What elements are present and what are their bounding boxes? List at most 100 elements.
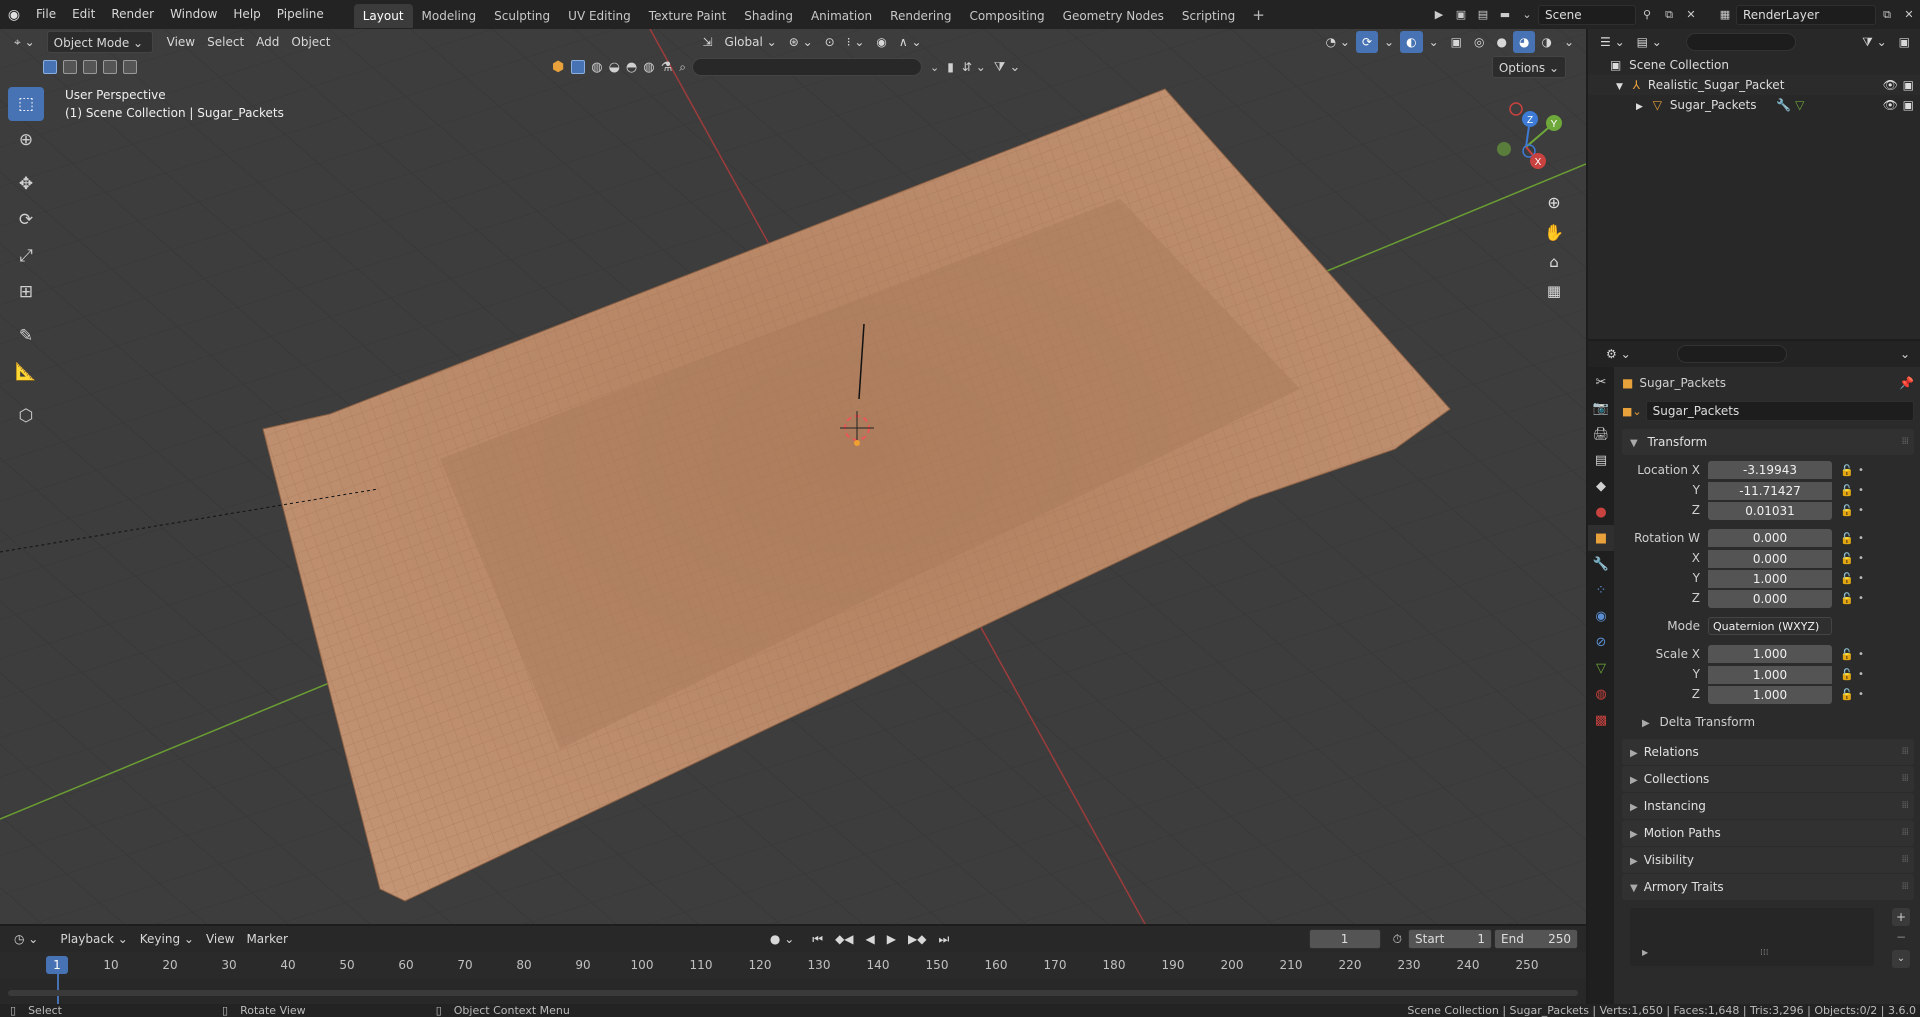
3d-viewport[interactable]: ⌖ ⌄ Object Mode ⌄ View Select Add Object… — [0, 29, 1586, 924]
menu-select[interactable]: Select — [201, 31, 250, 53]
tab-scripting[interactable]: Scripting — [1173, 4, 1244, 28]
scale-y-field[interactable]: 1.000 — [1708, 665, 1832, 684]
timeline-ruler[interactable]: 1 10 20 30 40 50 60 70 80 90 100 110 120… — [0, 952, 1586, 1004]
overlay-toggle-icon[interactable]: ◐ — [1400, 31, 1423, 53]
render-view-icon[interactable]: ▤ — [1474, 6, 1492, 24]
filter-icon[interactable]: ⧩ ⌄ — [994, 60, 1021, 75]
tab-geometry-nodes[interactable]: Geometry Nodes — [1054, 4, 1173, 28]
keyframe-dot-icon[interactable]: • — [1856, 689, 1866, 700]
navigation-gizmo[interactable]: Z Y X ⊕ ✋ ⌂ ▦ — [1476, 79, 1576, 309]
transform-tool-icon[interactable]: ⊞ — [8, 275, 44, 309]
drag-handle-icon[interactable]: ⁞⁞⁞ — [1901, 847, 1908, 873]
expand-arrow-icon[interactable]: ▶ — [1636, 102, 1643, 112]
relations-panel-header[interactable]: ▶ Relations ⁞⁞⁞ — [1622, 739, 1914, 765]
filter-light-icon[interactable]: ◒ — [609, 60, 620, 75]
filter-other-icon[interactable]: ⚗ — [661, 60, 673, 75]
material-shading-icon[interactable]: ◕ — [1512, 31, 1536, 53]
lock-icon[interactable]: 🔓 — [1838, 532, 1856, 545]
delete-scene-icon[interactable]: ✕ — [1682, 6, 1700, 24]
drag-handle-icon[interactable]: ⁞⁞⁞ — [1901, 739, 1908, 765]
select-box-tool-icon[interactable]: ⬚ — [8, 87, 44, 121]
drag-handle-icon[interactable]: ⁞⁞⁞ — [1901, 820, 1908, 846]
constraints-tab-icon[interactable]: ⊘ — [1588, 629, 1614, 655]
view-layer-tab-icon[interactable]: ▤ — [1588, 447, 1614, 473]
render-image-icon[interactable]: ▣ — [1452, 6, 1470, 24]
scale-tool-icon[interactable]: ⤢ — [8, 239, 44, 273]
trait-menu-icon[interactable]: ⌄ — [1892, 950, 1910, 968]
new-layer-icon[interactable]: ⧉ — [1878, 6, 1896, 24]
jump-end-icon[interactable]: ⏭ — [932, 928, 955, 950]
keyframe-dot-icon[interactable]: • — [1856, 669, 1866, 680]
menu-edit[interactable]: Edit — [64, 0, 103, 29]
properties-search-input[interactable] — [1676, 345, 1787, 363]
select-new-icon[interactable] — [43, 60, 57, 74]
tab-layout[interactable]: Layout — [353, 4, 413, 28]
keying-menu[interactable]: Keying ⌄ — [134, 928, 200, 950]
delete-layer-icon[interactable]: ✕ — [1900, 6, 1918, 24]
timeline-editor-type-icon[interactable]: ◷ ⌄ — [8, 928, 44, 950]
menu-render[interactable]: Render — [103, 0, 162, 29]
gizmo-toggle-icon[interactable]: ⟳ — [1355, 31, 1379, 53]
instancing-panel-header[interactable]: ▶ Instancing ⁞⁞⁞ — [1622, 793, 1914, 819]
tab-compositing[interactable]: Compositing — [960, 4, 1053, 28]
rotation-y-field[interactable]: 1.000 — [1708, 569, 1832, 588]
keyframe-dot-icon[interactable]: • — [1856, 485, 1866, 496]
remove-trait-button[interactable]: − — [1892, 928, 1910, 946]
start-frame-field[interactable]: Start 1 — [1408, 929, 1492, 949]
drag-handle-icon[interactable]: ⁞⁞⁞ — [1901, 766, 1908, 792]
lock-icon[interactable]: 🔓 — [1838, 552, 1856, 565]
scene-browse-icon[interactable]: ⌄ — [1518, 6, 1536, 24]
sort-icon[interactable]: ⇵ ⌄ — [962, 60, 986, 74]
jump-keyframe-forward-icon[interactable]: ▶◆ — [902, 928, 932, 950]
visibility-eye-icon[interactable]: 👁 — [1883, 75, 1898, 95]
keyframe-dot-icon[interactable]: • — [1856, 533, 1866, 544]
rotation-w-field[interactable]: 0.000 — [1708, 529, 1832, 547]
object-tab-icon[interactable]: ■ — [1588, 525, 1614, 551]
filter-camera-icon[interactable]: ◓ — [626, 60, 637, 75]
overlay-dropdown-icon[interactable]: ⌄ — [1423, 31, 1445, 53]
playback-menu[interactable]: Playback ⌄ — [54, 928, 133, 950]
modifier-tab-icon[interactable]: 🔧 — [1588, 551, 1614, 577]
object-name-field[interactable]: Sugar_Packets — [1645, 401, 1914, 421]
drag-handle-icon[interactable]: ⁞⁞⁞ — [1901, 874, 1908, 900]
render-camera-icon[interactable]: ▣ — [1903, 75, 1914, 95]
particles-tab-icon[interactable]: ⁘ — [1588, 577, 1614, 603]
new-scene-icon[interactable]: ⧉ — [1660, 6, 1678, 24]
stopwatch-icon[interactable]: ⏱ — [1387, 928, 1408, 950]
collections-panel-header[interactable]: ▶ Collections ⁞⁞⁞ — [1622, 766, 1914, 792]
menu-view[interactable]: View — [161, 31, 201, 53]
keyframe-dot-icon[interactable]: • — [1856, 505, 1866, 516]
drag-handle-icon[interactable]: ⁞⁞⁞ — [1901, 429, 1908, 455]
outliner-row-realistic-sugar-packet[interactable]: ▼ ⅄ Realistic_Sugar_Packet 👁 ▣ — [1588, 75, 1920, 95]
snap-icon[interactable]: ⊙ — [819, 31, 841, 53]
tool-tab-icon[interactable]: ✂ — [1588, 369, 1614, 395]
filter-curve-icon[interactable]: ◍ — [591, 60, 602, 75]
zoom-icon[interactable]: ⊕ — [1547, 193, 1560, 212]
jump-start-icon[interactable]: ⏮ — [806, 928, 829, 950]
visibility-icon[interactable]: ◔ ⌄ — [1320, 31, 1356, 53]
render-camera-icon[interactable]: ▣ — [1903, 95, 1914, 115]
marker-menu[interactable]: Marker — [240, 928, 293, 950]
keyframe-dot-icon[interactable]: • — [1856, 465, 1866, 476]
pin-icon[interactable]: ⚲ — [1638, 6, 1656, 24]
properties-options-icon[interactable]: ⌄ — [1894, 343, 1916, 365]
properties-editor-type-icon[interactable]: ⚙ ⌄ — [1600, 343, 1637, 365]
object-browse-icon[interactable]: ■⌄ — [1622, 405, 1642, 418]
rotation-mode-dropdown[interactable]: Quaternion (WXYZ) ⌄ — [1708, 617, 1832, 651]
tab-sculpting[interactable]: Sculpting — [485, 4, 559, 28]
lock-icon[interactable]: 🔓 — [1838, 668, 1856, 681]
world-tab-icon[interactable]: ● — [1588, 499, 1614, 525]
scale-x-field[interactable]: 1.000 — [1708, 645, 1832, 663]
measure-tool-icon[interactable]: 📐 — [8, 355, 44, 389]
lock-icon[interactable]: 🔓 — [1838, 464, 1856, 477]
filter-mesh-icon[interactable] — [571, 60, 586, 74]
location-y-field[interactable]: -11.71427 — [1708, 481, 1832, 500]
proportional-icon[interactable]: ◉ — [870, 31, 892, 53]
timeline-scrollbar[interactable] — [8, 990, 1578, 996]
timeline-view-menu[interactable]: View — [200, 928, 240, 950]
transform-orientation-icon[interactable]: ⇲ — [696, 31, 718, 53]
menu-window[interactable]: Window — [162, 0, 225, 29]
pivot-icon[interactable]: ⊛ ⌄ — [783, 31, 819, 53]
render-tab-icon[interactable]: 📷 — [1588, 395, 1614, 421]
annotate-tool-icon[interactable]: ✎ — [8, 319, 44, 353]
